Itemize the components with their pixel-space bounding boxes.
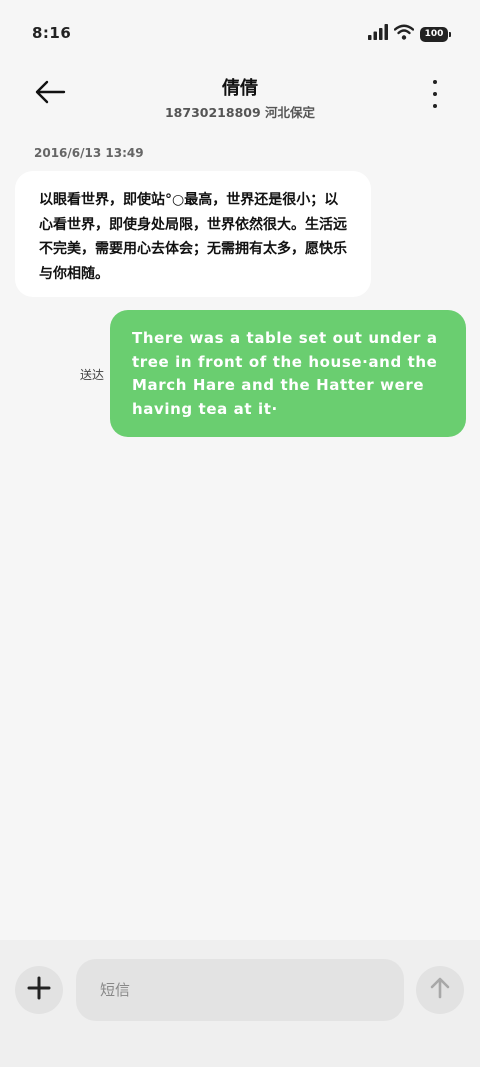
add-attachment-button[interactable] <box>15 966 63 1014</box>
message-composer <box>0 940 480 1067</box>
status-bar: 8:16 100 <box>0 0 480 68</box>
contact-name: 倩倩 <box>222 78 258 99</box>
plus-icon <box>27 976 51 1004</box>
contact-number-location: 18730218809 河北保定 <box>164 105 316 120</box>
wifi-icon <box>393 24 415 44</box>
more-vertical-icon <box>433 80 437 84</box>
message-timestamp: 2016/6/13 13:49 <box>34 146 144 160</box>
status-icons: 100 <box>368 24 451 44</box>
signal-icon <box>368 24 388 44</box>
sms-input[interactable] <box>76 959 404 1021</box>
delivery-status: 送达 <box>80 368 105 382</box>
send-button[interactable] <box>416 966 464 1014</box>
outgoing-message-bubble[interactable]: There was a table set out under a tree i… <box>110 310 466 437</box>
send-arrow-up-icon <box>428 976 452 1004</box>
status-time: 8:16 <box>32 24 72 42</box>
conversation-header: 倩倩 18730218809 河北保定 <box>0 68 480 128</box>
more-options-button[interactable] <box>426 80 444 108</box>
incoming-message-bubble[interactable]: 以眼看世界，即使站°○最高，世界还是很小；以心看世界，即使身处局限，世界依然很大… <box>15 171 371 297</box>
battery-level: 100 <box>424 29 444 39</box>
battery-icon: 100 <box>420 26 451 42</box>
